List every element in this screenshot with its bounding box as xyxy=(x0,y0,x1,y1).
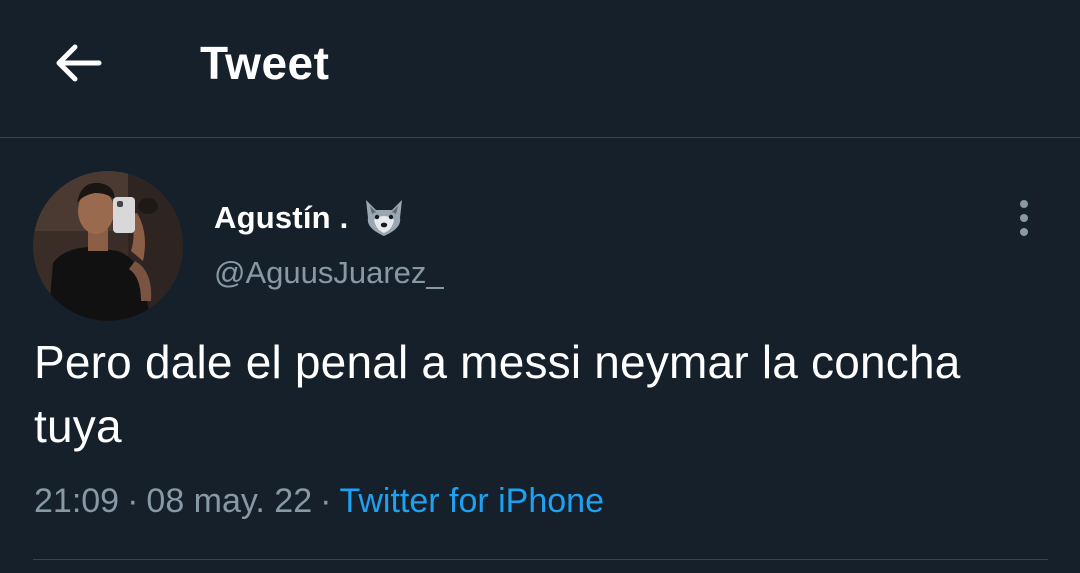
tweet-source-link[interactable]: Twitter for iPhone xyxy=(339,482,604,520)
more-vertical-icon xyxy=(1020,200,1028,208)
author-name-row: Agustín . xyxy=(214,198,406,238)
page-title: Tweet xyxy=(200,37,330,89)
tweet-date[interactable]: 08 may. 22 xyxy=(146,482,312,520)
wolf-face-icon xyxy=(362,198,406,238)
back-button[interactable] xyxy=(42,30,114,96)
tweet-time[interactable]: 21:09 xyxy=(34,482,119,520)
tweet-meta: 21:09 · 08 may. 22 · Twitter for iPhone xyxy=(34,482,604,521)
top-bar: Tweet xyxy=(0,0,1080,138)
tweet-detail-screen: Tweet Agustín . @AguusJuarez_ Pero dale … xyxy=(0,0,1080,573)
avatar-photo xyxy=(33,171,183,321)
divider xyxy=(33,559,1048,560)
meta-separator: · xyxy=(320,482,332,520)
user-handle[interactable]: @AguusJuarez_ xyxy=(214,255,444,291)
avatar[interactable] xyxy=(33,171,183,321)
more-options-button[interactable] xyxy=(1004,196,1044,240)
display-name[interactable]: Agustín . xyxy=(214,200,348,236)
more-vertical-icon-dot xyxy=(1020,214,1028,222)
tweet-text: Pero dale el penal a messi neymar la con… xyxy=(34,336,961,452)
arrow-left-icon xyxy=(56,44,102,82)
more-vertical-icon-dot xyxy=(1020,228,1028,236)
meta-separator: · xyxy=(127,482,139,520)
